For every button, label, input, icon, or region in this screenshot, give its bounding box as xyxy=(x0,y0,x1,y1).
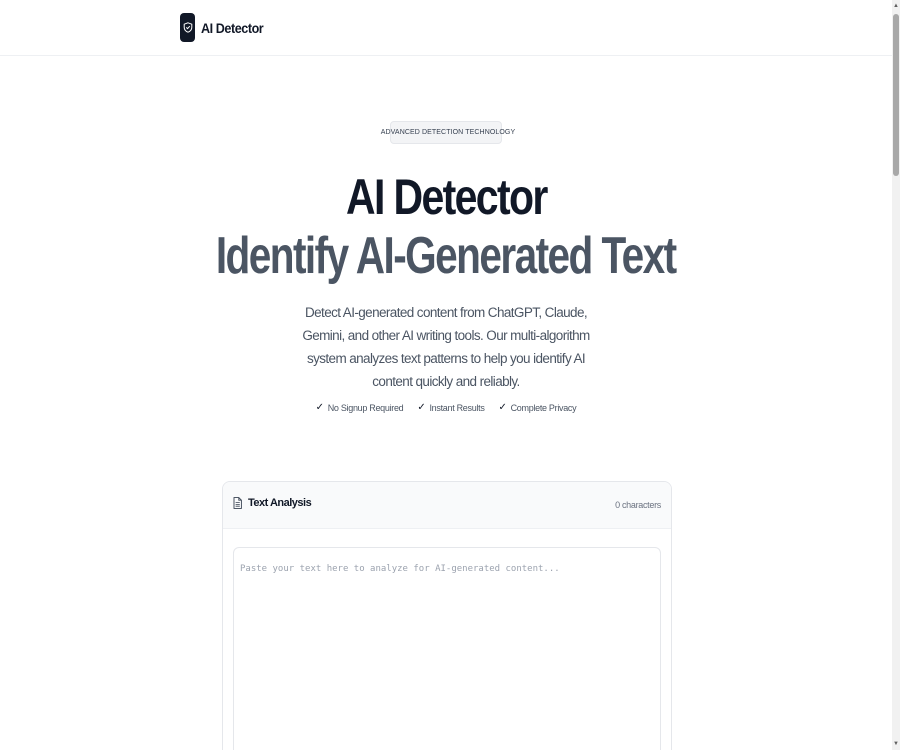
scroll-up-icon[interactable]: ▲ xyxy=(893,2,899,10)
page: AI Detector ADVANCED DETECTION TECHNOLOG… xyxy=(0,0,892,750)
character-count: 0 characters xyxy=(615,500,661,510)
page-scrollbar[interactable]: ▲ ▼ xyxy=(892,0,900,750)
check-icon: ✓ xyxy=(315,402,324,413)
text-analysis-card: Text Analysis 0 characters xyxy=(222,481,672,750)
check-icon: ✓ xyxy=(417,402,426,413)
shield-check-icon xyxy=(183,22,192,33)
card-title: Text Analysis xyxy=(233,497,312,509)
scroll-down-icon[interactable]: ▼ xyxy=(893,740,899,748)
feature-list: ✓ No Signup Required ✓ Instant Results ✓… xyxy=(0,402,892,413)
logo xyxy=(180,13,195,42)
feature-label: Instant Results xyxy=(429,402,485,413)
feature-item: ✓ No Signup Required xyxy=(316,402,404,413)
brand-link[interactable]: AI Detector xyxy=(180,13,270,42)
brand-name: AI Detector xyxy=(201,19,264,36)
scrollbar-thumb[interactable] xyxy=(893,14,899,176)
hero-description: Detect AI-generated content from ChatGPT… xyxy=(302,305,590,389)
title-line-1: AI Detector xyxy=(345,169,548,225)
hero-badge: ADVANCED DETECTION TECHNOLOGY xyxy=(381,121,515,144)
feature-label: No Signup Required xyxy=(327,402,404,413)
card-title-label: Text Analysis xyxy=(248,497,312,509)
feature-item: ✓ Instant Results xyxy=(417,402,484,413)
feature-item: ✓ Complete Privacy xyxy=(499,402,577,413)
document-icon xyxy=(233,497,242,509)
feature-label: Complete Privacy xyxy=(510,402,577,413)
card-header: Text Analysis 0 characters xyxy=(223,482,671,529)
check-icon: ✓ xyxy=(498,402,507,413)
page-subtitle: Identify AI-Generated Text xyxy=(0,223,892,289)
title-line-2: Identify AI-Generated Text xyxy=(216,227,677,285)
text-input[interactable] xyxy=(233,547,661,750)
page-title: AI Detector xyxy=(0,165,892,229)
badge-label: ADVANCED DETECTION TECHNOLOGY xyxy=(380,129,516,136)
site-header: AI Detector xyxy=(0,0,892,56)
